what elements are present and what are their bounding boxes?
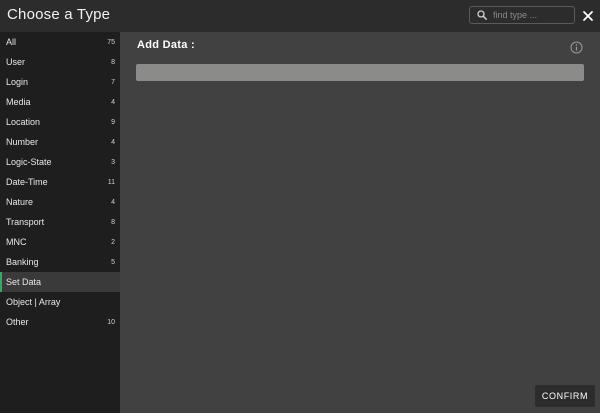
sidebar-item-other[interactable]: Other 10 [0,312,120,332]
sidebar-item-set-data[interactable]: Set Data [0,272,120,292]
sidebar-item-label: Nature [6,197,34,207]
sidebar-item-number[interactable]: Number 4 [0,132,120,152]
sidebar-item-all[interactable]: All 75 [0,32,120,52]
search-icon [474,7,490,23]
sidebar-item-label: All [6,37,17,47]
info-icon[interactable] [570,41,583,54]
sidebar-item-count: 9 [111,118,115,126]
sidebar-item-count: 4 [111,138,115,146]
sidebar-item-label: Set Data [6,277,42,287]
sidebar-item-label: Other [6,317,29,327]
sidebar-item-label: Media [6,97,31,107]
sidebar-item-label: Banking [6,257,39,267]
type-detail-panel: Add Data : [120,32,600,413]
close-icon[interactable] [582,9,594,21]
sidebar-item-nature[interactable]: Nature 4 [0,192,120,212]
sidebar-item-label: Logic-State [6,157,52,167]
sidebar-item-label: Transport [6,217,45,227]
sidebar-item-date-time[interactable]: Date-Time 11 [0,172,120,192]
dialog-title: Choose a Type [7,6,111,23]
sidebar-item-user[interactable]: User 8 [0,52,120,72]
sidebar-item-label: Number [6,137,39,147]
sidebar-item-count: 8 [111,58,115,66]
confirm-button[interactable]: CONFIRM [535,385,595,407]
sidebar-item-media[interactable]: Media 4 [0,92,120,112]
sidebar-item-label: Object | Array [6,297,61,307]
sidebar-item-label: User [6,57,26,67]
sidebar-item-label: Location [6,117,41,127]
sidebar-item-count: 7 [111,78,115,86]
dialog-header: Choose a Type [0,0,600,32]
sidebar-item-count: 10 [107,318,115,326]
sidebar-item-banking[interactable]: Banking 5 [0,252,120,272]
sidebar-item-count: 4 [111,198,115,206]
sidebar-item-label: Date-Time [6,177,48,187]
sidebar-item-object-array[interactable]: Object | Array [0,292,120,312]
sidebar-item-count: 5 [111,258,115,266]
sidebar-item-logic-state[interactable]: Logic-State 3 [0,152,120,172]
sidebar-item-location[interactable]: Location 9 [0,112,120,132]
sidebar-item-transport[interactable]: Transport 8 [0,212,120,232]
sidebar-item-mnc[interactable]: MNC 2 [0,232,120,252]
type-chooser-dialog: Choose a Type All 75 User 8 [0,0,600,413]
data-input-bar[interactable] [136,64,584,81]
search-input[interactable] [490,10,573,20]
sidebar-item-count: 8 [111,218,115,226]
panel-title: Add Data : [137,39,195,51]
sidebar-item-label: MNC [6,237,27,247]
sidebar-item-label: Login [6,77,29,87]
search-box[interactable] [469,6,575,24]
type-category-list: All 75 User 8 Login 7 Media 4 Location 9… [0,32,120,413]
sidebar-item-login[interactable]: Login 7 [0,72,120,92]
sidebar-item-count: 2 [111,238,115,246]
sidebar-item-count: 4 [111,98,115,106]
sidebar-item-count: 3 [111,158,115,166]
sidebar-item-count: 75 [107,38,115,46]
sidebar-item-count: 11 [107,178,115,186]
